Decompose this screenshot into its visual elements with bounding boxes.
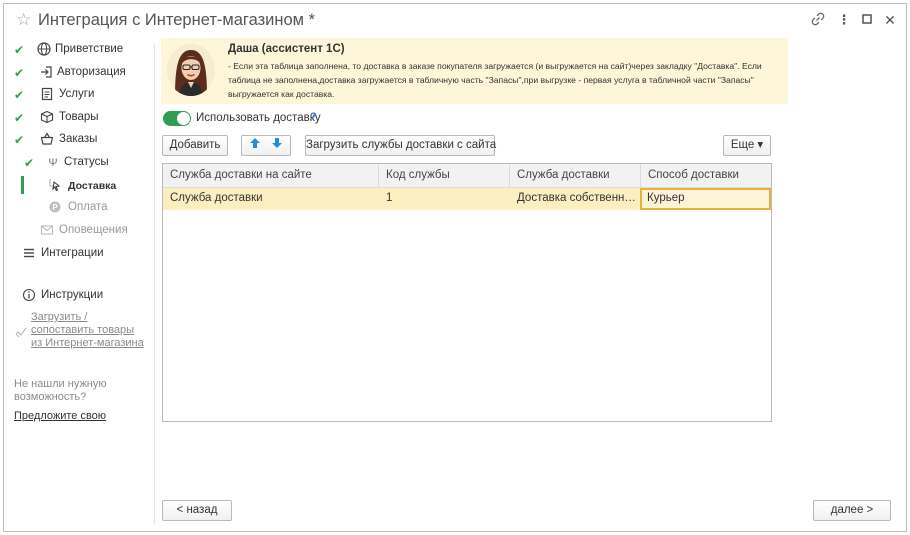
use-delivery-label: Использовать доставку [196, 112, 321, 124]
app-window: ☆ Интеграция с Интернет-магазином * ⋮ ✕ … [3, 3, 907, 532]
login-icon [38, 65, 54, 81]
sidebar-item-label: Заказы [59, 133, 98, 145]
check-icon: ✔ [14, 111, 25, 125]
use-delivery-toggle[interactable] [163, 111, 191, 126]
move-buttons-group [241, 135, 291, 156]
sidebar-item-instructions[interactable]: Инструкции [4, 287, 154, 307]
globe-icon [36, 42, 52, 58]
sidebar-divider [154, 44, 155, 524]
sidebar-item-statuses[interactable]: ✔ Ψ Статусы [4, 154, 154, 174]
table-cell[interactable]: Доставка собственными силами [510, 188, 641, 210]
svg-text:P: P [52, 203, 58, 212]
link-icon[interactable] [810, 12, 826, 30]
box-icon [39, 110, 55, 126]
sidebar-item-label: Оповещения [59, 224, 128, 236]
table-row[interactable]: Служба доставки 1 Доставка собственными … [163, 188, 771, 210]
fork-icon: Ψ [48, 157, 58, 169]
close-icon[interactable]: ✕ [882, 12, 898, 28]
maximize-icon[interactable] [859, 12, 875, 28]
check-icon: ✔ [14, 88, 25, 102]
more-vertical-icon[interactable]: ⋮ [836, 12, 852, 28]
load-products-icon [14, 325, 28, 342]
sidebar-item-integrations[interactable]: Интеграции [4, 245, 154, 265]
envelope-icon [39, 223, 55, 239]
sidebar-item-orders[interactable]: ✔ Заказы [4, 131, 154, 151]
sidebar-item-label: Приветствие [55, 43, 124, 55]
toggle-knob [177, 112, 190, 125]
check-icon: ✔ [14, 66, 25, 80]
column-header[interactable]: Служба доставки на сайте [163, 164, 379, 188]
sidebar-item-label: Доставка [68, 180, 117, 192]
table-cell[interactable]: Служба доставки [163, 188, 379, 210]
active-indicator [21, 176, 24, 194]
column-header[interactable]: Служба доставки [510, 164, 641, 188]
sidebar-item-payment[interactable]: P Оплата [4, 199, 154, 219]
move-up-icon[interactable] [245, 137, 265, 156]
sidebar-item-services[interactable]: ✔ Услуги [4, 86, 154, 106]
add-button[interactable]: Добавить [162, 135, 228, 156]
sidebar-item-authorization[interactable]: ✔ Авторизация [4, 64, 154, 84]
info-icon [21, 288, 37, 304]
assistant-name: Даша (ассистент 1С) [228, 43, 345, 55]
help-icon[interactable]: ? [310, 111, 317, 123]
title-bar: ☆ Интеграция с Интернет-магазином * ⋮ ✕ [4, 4, 906, 38]
check-icon: ✔ [14, 133, 25, 147]
move-down-icon[interactable] [267, 137, 287, 156]
sidebar: ✔ Приветствие ✔ Авторизация ✔ Услуги ✔ Т… [4, 38, 154, 532]
window-title: Интеграция с Интернет-магазином * [38, 11, 315, 29]
sidebar-item-label: Инструкции [41, 289, 104, 301]
delivery-icon [47, 178, 63, 194]
payment-icon: P [47, 200, 63, 216]
more-button[interactable]: Еще ▾ [723, 135, 771, 156]
column-header[interactable]: Код службы [379, 164, 510, 188]
assistant-avatar [167, 44, 215, 96]
check-icon: ✔ [14, 43, 25, 57]
sidebar-item-label: Услуги [59, 88, 95, 100]
favorite-star-icon[interactable]: ☆ [16, 10, 31, 30]
sidebar-item-notifications[interactable]: Оповещения [4, 222, 154, 242]
suggest-link[interactable]: Предложите свою [14, 410, 106, 423]
check-icon: ✔ [24, 156, 35, 170]
sidebar-item-label: Товары [59, 111, 99, 123]
table-cell[interactable]: 1 [379, 188, 510, 210]
sidebar-item-welcome[interactable]: ✔ Приветствие [4, 41, 154, 61]
basket-icon [39, 132, 55, 148]
sidebar-item-label: Авторизация [57, 66, 126, 78]
delivery-services-table: Служба доставки на сайте Код службы Служ… [162, 163, 772, 422]
menu-icon [21, 246, 37, 262]
sidebar-item-delivery[interactable]: Доставка [4, 176, 154, 197]
sidebar-item-label: Статусы [64, 156, 109, 168]
assistant-text: - Если эта таблица заполнена, то доставк… [228, 61, 762, 99]
back-button[interactable]: < назад [162, 500, 232, 521]
sidebar-item-label: Интеграции [41, 247, 104, 259]
document-icon [39, 87, 55, 103]
sidebar-item-label: Оплата [68, 201, 108, 213]
next-button[interactable]: далее > [813, 500, 891, 521]
sidebar-item-goods[interactable]: ✔ Товары [4, 109, 154, 129]
load-products-link[interactable]: Загрузить / сопоставить товары из Интерн… [31, 311, 146, 350]
table-header: Служба доставки на сайте Код службы Служ… [163, 164, 771, 188]
load-delivery-services-button[interactable]: Загрузить службы доставки с сайта [305, 135, 496, 156]
table-cell-selected[interactable]: Курьер [640, 188, 771, 210]
column-header[interactable]: Способ доставки [641, 164, 771, 188]
not-found-text: Не нашли нужную возможность? [14, 378, 107, 403]
assistant-banner: Даша (ассистент 1С) - Если эта таблица з… [161, 38, 788, 104]
